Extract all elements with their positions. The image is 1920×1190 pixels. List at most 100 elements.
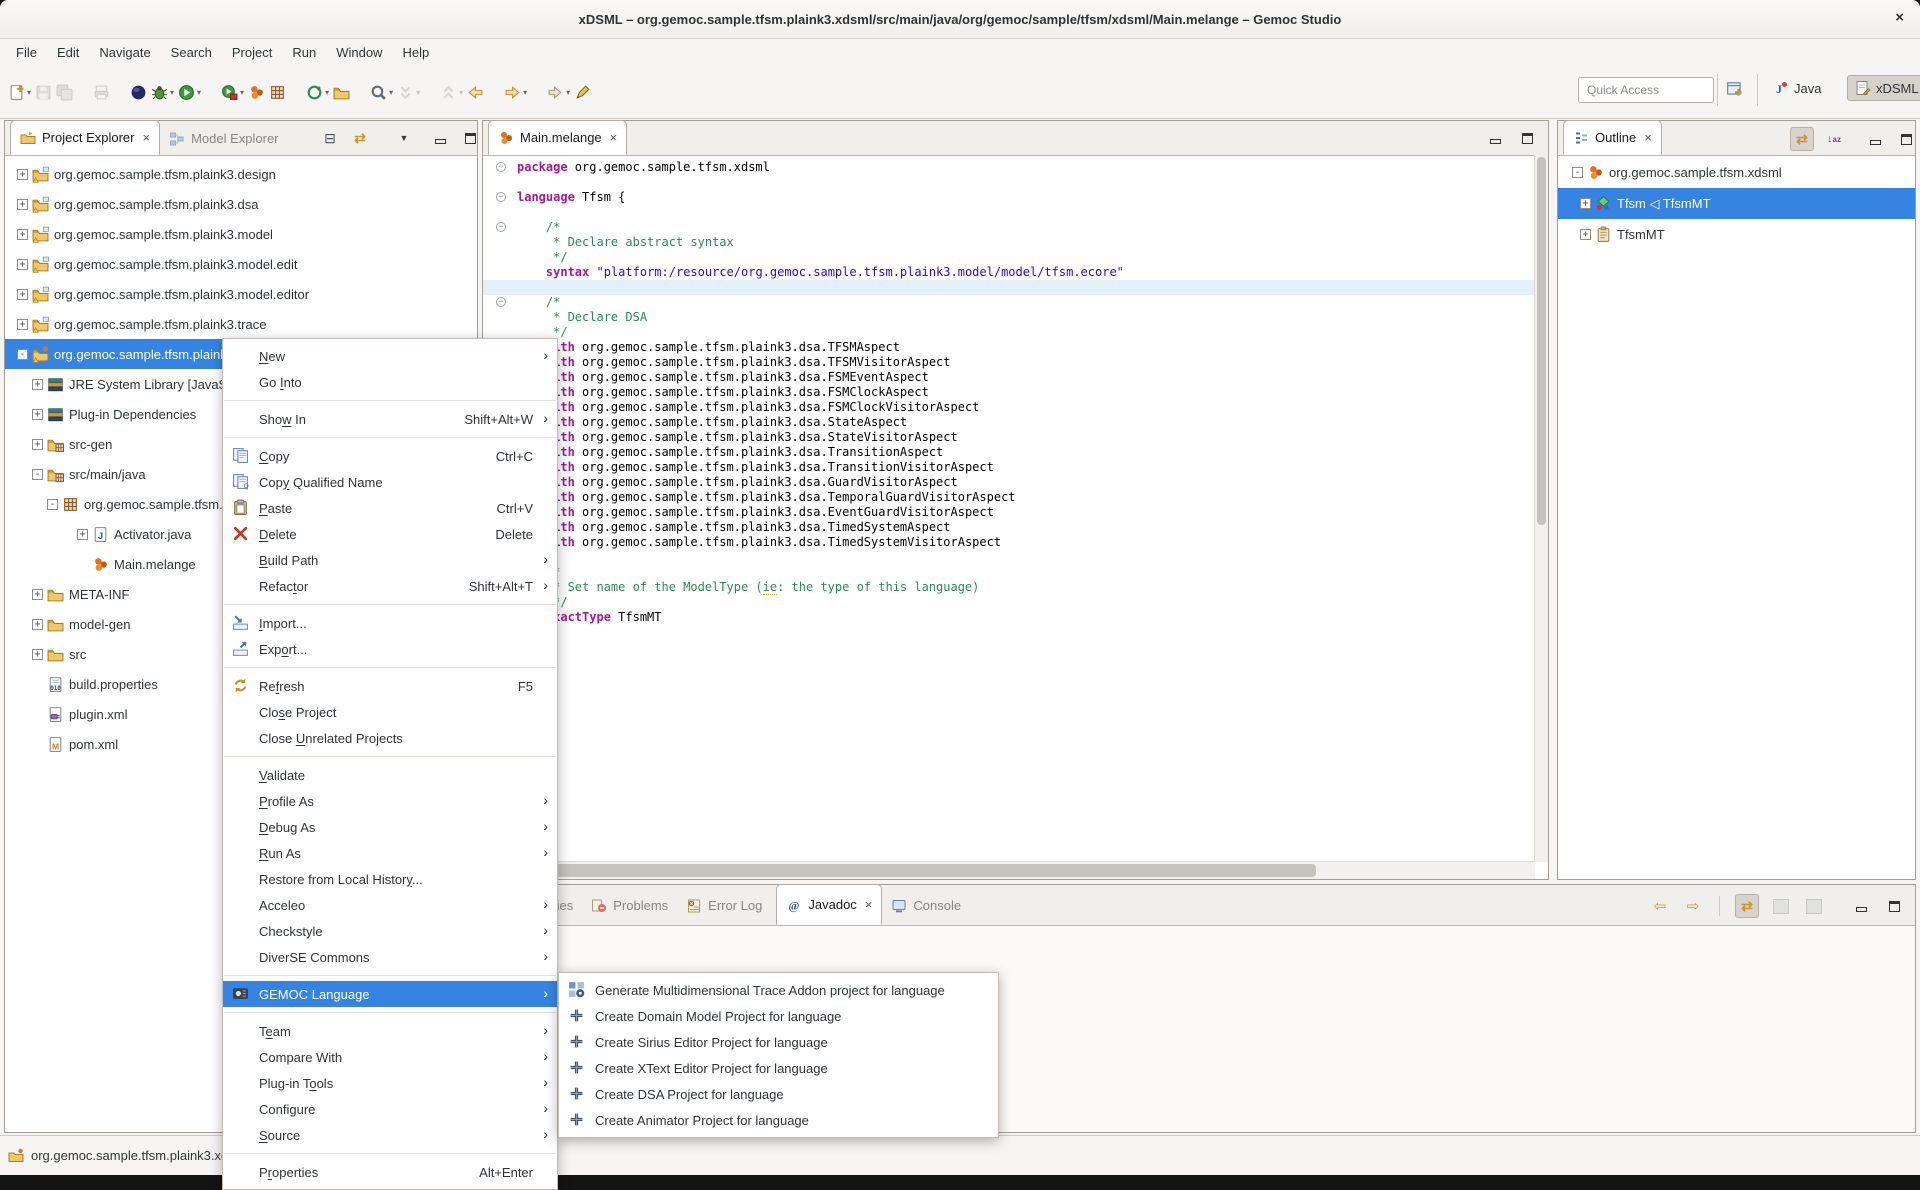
menu-item-generate-multidimensional-trace-addon-project-for-language[interactable]: Generate Multidimensional Trace Addon pr… bbox=[559, 977, 998, 1003]
menu-item-close-unrelated-projects[interactable]: Close Unrelated Projects bbox=[223, 725, 557, 751]
tree-expander[interactable]: + bbox=[1580, 229, 1591, 240]
menubar-item-run[interactable]: Run bbox=[282, 41, 326, 64]
outline-item-tfsmmt[interactable]: +TfsmMT bbox=[1558, 219, 1915, 250]
menubar-item-edit[interactable]: Edit bbox=[47, 41, 89, 64]
menu-item-go-into[interactable]: Go Into bbox=[223, 369, 557, 395]
tree-expander[interactable]: + bbox=[17, 169, 28, 180]
close-window-icon[interactable]: × bbox=[1895, 9, 1904, 26]
menu-item-validate[interactable]: Validate bbox=[223, 762, 557, 788]
fold-marker-icon[interactable]: − bbox=[496, 222, 506, 232]
tree-expander[interactable]: + bbox=[17, 259, 28, 270]
new-melange-project-icon[interactable] bbox=[248, 84, 265, 101]
tab-project-explorer[interactable]: Project Explorer × bbox=[10, 120, 160, 155]
minimize-icon[interactable] bbox=[1864, 128, 1886, 150]
menu-item-close-project[interactable]: Close Project bbox=[223, 699, 557, 725]
search-icon[interactable]: ▾ bbox=[370, 84, 393, 101]
forward-icon[interactable]: ⇨ bbox=[1682, 895, 1704, 917]
menubar-item-navigate[interactable]: Navigate bbox=[89, 41, 160, 64]
minimize-icon[interactable] bbox=[1484, 127, 1506, 149]
last-edit-location-icon[interactable]: ▾ bbox=[547, 84, 570, 101]
menu-item-create-dsa-project-for-language[interactable]: Create DSA Project for language bbox=[559, 1081, 998, 1107]
tree-expander[interactable]: + bbox=[32, 649, 43, 660]
tab-model-explorer[interactable]: Model Explorer bbox=[160, 122, 287, 155]
forward-icon[interactable]: ▾ bbox=[504, 84, 527, 101]
menu-item-configure[interactable]: Configure› bbox=[223, 1096, 557, 1122]
tree-expander[interactable]: - bbox=[32, 469, 43, 480]
tree-expander[interactable]: + bbox=[32, 439, 43, 450]
editor-vertical-scrollbar[interactable] bbox=[1534, 155, 1548, 862]
menu-item-debug-as[interactable]: Debug As› bbox=[223, 814, 557, 840]
tree-item-org-gemoc-sample-tfsm-plaink3-model-edit[interactable]: +org.gemoc.sample.tfsm.plaink3.model.edi… bbox=[5, 249, 477, 279]
tree-expander[interactable]: + bbox=[77, 529, 88, 540]
menu-item-source[interactable]: Source› bbox=[223, 1122, 557, 1148]
tree-item-org-gemoc-sample-tfsm-plaink3-dsa[interactable]: +org.gemoc.sample.tfsm.plaink3.dsa bbox=[5, 189, 477, 219]
menu-item-copy-qualified-name[interactable]: QCopy Qualified Name bbox=[223, 469, 557, 495]
menu-item-properties[interactable]: PropertiesAlt+Enter bbox=[223, 1159, 557, 1185]
menubar-item-file[interactable]: File bbox=[6, 41, 47, 64]
tree-expander[interactable]: - bbox=[17, 349, 28, 360]
menu-item-new[interactable]: New› bbox=[223, 343, 557, 369]
close-tab-icon[interactable]: × bbox=[865, 897, 873, 912]
menu-item-team[interactable]: Team› bbox=[223, 1018, 557, 1044]
menu-item-create-sirius-editor-project-for-language[interactable]: Create Sirius Editor Project for languag… bbox=[559, 1029, 998, 1055]
menubar-item-search[interactable]: Search bbox=[161, 41, 222, 64]
tab-main-melange[interactable]: Main.melange × bbox=[488, 120, 627, 155]
minimize-icon[interactable] bbox=[429, 127, 451, 149]
menu-item-build-path[interactable]: Build Path› bbox=[223, 547, 557, 573]
menu-item-compare-with[interactable]: Compare With› bbox=[223, 1044, 557, 1070]
menu-item-checkstyle[interactable]: Checkstyle› bbox=[223, 918, 557, 944]
fold-marker-icon[interactable]: − bbox=[496, 162, 506, 172]
view-menu-icon[interactable]: ▼ bbox=[393, 127, 415, 149]
back-icon[interactable] bbox=[467, 84, 484, 101]
tree-expander[interactable]: + bbox=[32, 409, 43, 420]
menu-item-gemoc-language[interactable]: GEMOC Language› bbox=[223, 981, 557, 1007]
tree-expander[interactable]: + bbox=[17, 229, 28, 240]
external-tools-icon[interactable]: ▾ bbox=[221, 84, 244, 101]
maximize-icon[interactable] bbox=[1516, 127, 1538, 149]
close-tab-icon[interactable]: × bbox=[610, 130, 618, 145]
menu-item-export[interactable]: Export... bbox=[223, 636, 557, 662]
tree-expander[interactable]: + bbox=[32, 619, 43, 630]
maximize-icon[interactable] bbox=[1895, 128, 1917, 150]
perspective-xdsml-button[interactable]: xDSML bbox=[1847, 75, 1920, 101]
menu-item-refactor[interactable]: RefactorShift+Alt+T› bbox=[223, 573, 557, 599]
collapse-all-icon[interactable]: ⊟ bbox=[319, 127, 341, 149]
tab-console[interactable]: Console bbox=[882, 886, 970, 925]
tab-outline[interactable]: Outline × bbox=[1563, 120, 1662, 155]
perspective-java-button[interactable]: J Java bbox=[1766, 76, 1828, 100]
maximize-icon[interactable] bbox=[1883, 895, 1905, 917]
menu-item-plug-in-tools[interactable]: Plug-in Tools› bbox=[223, 1070, 557, 1096]
menu-item-profile-as[interactable]: Profile As› bbox=[223, 788, 557, 814]
menu-item-show-in[interactable]: Show InShift+Alt+W› bbox=[223, 406, 557, 432]
menu-item-diverse-commons[interactable]: DiverSE Commons› bbox=[223, 944, 557, 970]
tree-expander[interactable]: - bbox=[47, 499, 58, 510]
outline-item-org-gemoc-sample-tfsm-xdsml[interactable]: -org.gemoc.sample.tfsm.xdsml bbox=[1558, 157, 1915, 188]
minimize-icon[interactable] bbox=[1850, 895, 1872, 917]
menu-item-delete[interactable]: DeleteDelete bbox=[223, 521, 557, 547]
debug-icon[interactable]: ▾ bbox=[151, 84, 174, 101]
tree-expander[interactable]: + bbox=[17, 199, 28, 210]
fold-marker-icon[interactable]: − bbox=[496, 297, 506, 307]
tree-expander[interactable]: + bbox=[32, 379, 43, 390]
tree-item-org-gemoc-sample-tfsm-plaink3-model[interactable]: +org.gemoc.sample.tfsm.plaink3.model bbox=[5, 219, 477, 249]
menu-item-run-as[interactable]: Run As› bbox=[223, 840, 557, 866]
tree-item-org-gemoc-sample-tfsm-plaink3-design[interactable]: +org.gemoc.sample.tfsm.plaink3.design bbox=[5, 159, 477, 189]
close-tab-icon[interactable]: × bbox=[142, 130, 150, 145]
link-with-editor-icon[interactable]: ⇄ bbox=[1735, 894, 1759, 918]
editor-horizontal-scrollbar[interactable] bbox=[483, 861, 1535, 879]
menu-item-copy[interactable]: CopyCtrl+C bbox=[223, 443, 557, 469]
menu-item-acceleo[interactable]: Acceleo› bbox=[223, 892, 557, 918]
tab-problems[interactable]: Problems bbox=[582, 886, 677, 925]
fold-marker-icon[interactable]: − bbox=[496, 192, 506, 202]
tree-expander[interactable]: + bbox=[32, 589, 43, 600]
menu-item-paste[interactable]: PasteCtrl+V bbox=[223, 495, 557, 521]
link-with-editor-icon[interactable]: ⇄ bbox=[1790, 127, 1814, 151]
menu-item-create-xtext-editor-project-for-language[interactable]: Create XText Editor Project for language bbox=[559, 1055, 998, 1081]
outline-item-tfsm-tfsmmt[interactable]: +Tfsm ◁ TfsmMT bbox=[1558, 188, 1915, 219]
open-perspective-icon[interactable] bbox=[1726, 80, 1744, 103]
tree-expander[interactable]: + bbox=[1580, 198, 1591, 209]
close-tab-icon[interactable]: × bbox=[1644, 130, 1652, 145]
menubar-item-help[interactable]: Help bbox=[392, 41, 439, 64]
tree-item-org-gemoc-sample-tfsm-plaink3-model-editor[interactable]: +org.gemoc.sample.tfsm.plaink3.model.edi… bbox=[5, 279, 477, 309]
menu-item-create-domain-model-project-for-language[interactable]: Create Domain Model Project for language bbox=[559, 1003, 998, 1029]
